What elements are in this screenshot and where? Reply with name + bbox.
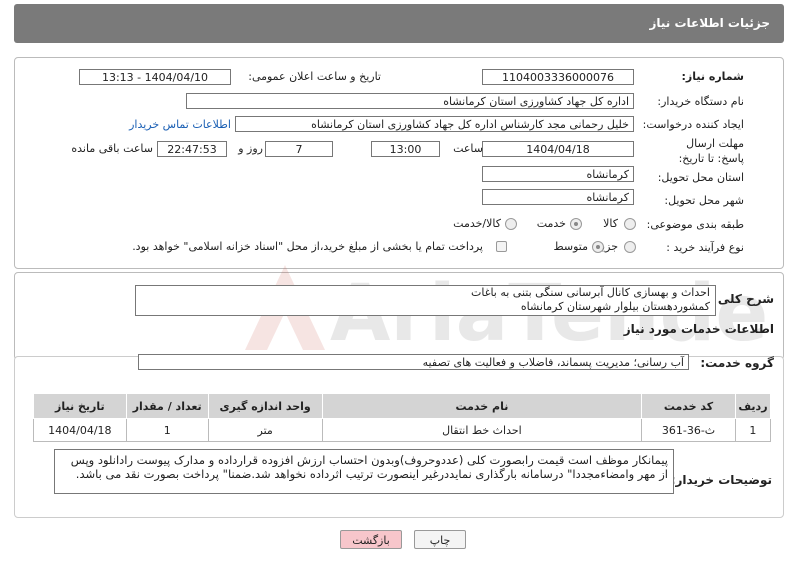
announce-datetime-label: تاریخ و ساعت اعلان عمومی: xyxy=(248,70,381,83)
header-bar: جزئیات اطلاعات نیاز xyxy=(14,4,784,43)
process-type-label: نوع فرآیند خرید : xyxy=(666,241,744,254)
days-label: روز و xyxy=(238,142,263,155)
deadline-date-field: 1404/04/18 xyxy=(482,141,634,157)
creator-label: ایجاد کننده درخواست: xyxy=(642,118,744,131)
category-label: طبقه بندی موضوعی: xyxy=(646,218,744,231)
treasury-note: پرداخت تمام یا بخشی از مبلغ خرید،از محل … xyxy=(132,240,483,253)
days-field: 7 xyxy=(265,141,333,157)
category-option-goods-service: کالا/خدمت xyxy=(453,217,501,230)
cell-qty: 1 xyxy=(125,418,209,442)
announce-datetime-field: 1404/04/10 - 13:13 xyxy=(79,69,231,85)
cell-date: 1404/04/18 xyxy=(33,418,127,442)
col-code: کد خدمت xyxy=(641,393,736,419)
remaining-label: ساعت باقی مانده xyxy=(71,142,153,155)
buyer-contact-link[interactable]: اطلاعات تماس خریدار xyxy=(129,118,231,131)
category-radio-goods-service[interactable] xyxy=(505,218,517,230)
process-option-medium: متوسط xyxy=(553,240,588,253)
buyer-org-field: اداره کل جهاد کشاورزی استان کرمانشاه xyxy=(186,93,634,109)
col-row: ردیف xyxy=(734,393,772,419)
delivery-city-label: شهر محل تحویل: xyxy=(664,194,744,207)
need-number-label: شماره نیاز: xyxy=(681,70,744,83)
service-group-field: آب رسانی؛ مدیریت پسماند، فاضلاب و فعالیت… xyxy=(138,354,689,370)
col-name: نام خدمت xyxy=(321,393,643,419)
need-number-field: 1104003336000076 xyxy=(482,69,634,85)
col-qty: تعداد / مقدار xyxy=(125,393,209,419)
buyer-org-label: نام دستگاه خریدار: xyxy=(657,95,744,108)
buyer-notes-box: پیمانکار موظف است قیمت رابصورت کلی (عددو… xyxy=(54,449,674,494)
back-button[interactable]: بازگشت xyxy=(340,530,402,549)
category-radio-goods[interactable] xyxy=(624,218,636,230)
category-option-goods: کالا xyxy=(603,217,618,230)
cell-name: احداث خط انتقال xyxy=(321,418,643,442)
deadline-time-label: ساعت xyxy=(453,142,483,155)
cell-unit: متر xyxy=(207,418,323,442)
delivery-province-label: استان محل تحویل: xyxy=(657,171,744,184)
category-radio-service[interactable] xyxy=(570,218,582,230)
table-row: 1 ث-36-361 احداث خط انتقال متر 1 1404/04… xyxy=(33,418,772,442)
category-option-service: خدمت xyxy=(536,217,566,230)
general-desc-line-1: احداث و بهسازی کانال آبرسانی سنگی بتنی ب… xyxy=(470,286,710,299)
col-unit: واحد اندازه گیری xyxy=(207,393,323,419)
general-desc-line-2: کمشوردهستان بیلوار شهرستان کرمانشاه xyxy=(520,300,710,313)
page-title: جزئیات اطلاعات نیاز xyxy=(649,16,770,30)
cell-code: ث-36-361 xyxy=(641,418,736,442)
cell-row: 1 xyxy=(734,418,772,442)
service-group-label: گروه خدمت: xyxy=(700,356,774,370)
services-table: ردیف کد خدمت نام خدمت واحد اندازه گیری ت… xyxy=(33,393,772,442)
table-header-row: ردیف کد خدمت نام خدمت واحد اندازه گیری ت… xyxy=(33,393,772,419)
print-button[interactable]: چاپ xyxy=(414,530,466,549)
process-radio-minor[interactable] xyxy=(624,241,636,253)
creator-field: خلیل رحمانی مجد کارشناس اداره کل جهاد کش… xyxy=(235,116,634,132)
general-desc-box: احداث و بهسازی کانال آبرسانی سنگی بتنی ب… xyxy=(135,285,716,316)
process-radio-medium[interactable] xyxy=(592,241,604,253)
deadline-time-field: 13:00 xyxy=(371,141,440,157)
deadline-label: مهلت ارسال پاسخ: تا تاریخ: xyxy=(678,137,744,165)
col-date: تاریخ نیاز xyxy=(33,393,127,419)
delivery-city-field: کرمانشاه xyxy=(482,189,634,205)
buyer-notes-label: توضیحات خریدار: xyxy=(670,473,772,487)
treasury-checkbox[interactable] xyxy=(496,241,507,252)
services-info-heading: اطلاعات خدمات مورد نیاز xyxy=(623,322,774,336)
remaining-time-field: 22:47:53 xyxy=(157,141,227,157)
delivery-province-field: کرمانشاه xyxy=(482,166,634,182)
